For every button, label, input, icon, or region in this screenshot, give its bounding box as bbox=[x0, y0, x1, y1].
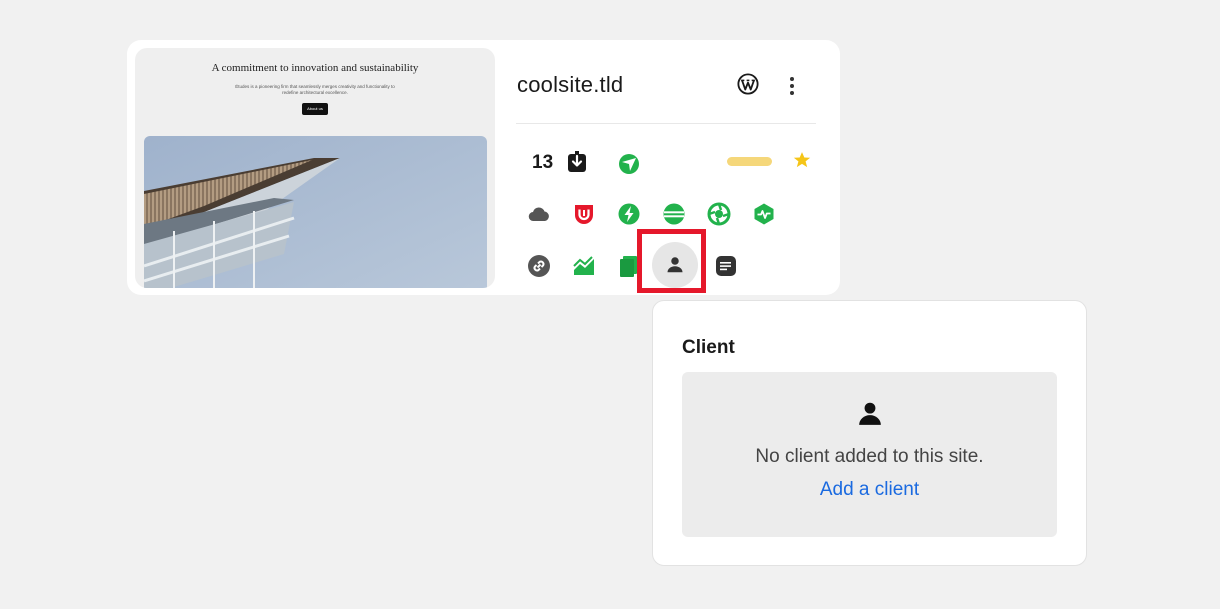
add-client-link[interactable]: Add a client bbox=[682, 479, 1057, 501]
backup-count: 13 bbox=[532, 152, 554, 173]
speed-gauge-icon[interactable] bbox=[617, 152, 641, 176]
client-icon bbox=[667, 257, 683, 273]
site-thumbnail[interactable]: A commitment to innovation and sustainab… bbox=[135, 48, 495, 288]
more-options-icon[interactable] bbox=[785, 75, 799, 97]
database-icon[interactable] bbox=[662, 202, 686, 226]
site-card: A commitment to innovation and sustainab… bbox=[127, 40, 840, 295]
star-icon[interactable] bbox=[792, 150, 812, 170]
divider bbox=[516, 123, 816, 124]
thumbnail-photo bbox=[144, 136, 487, 288]
user-icon bbox=[857, 400, 883, 426]
shield-icon[interactable] bbox=[572, 202, 596, 226]
thumbnail-heading: A commitment to innovation and sustainab… bbox=[211, 62, 419, 74]
uptime-monitor-icon[interactable] bbox=[752, 202, 776, 226]
site-name[interactable]: coolsite.tld bbox=[517, 72, 623, 98]
thumbnail-text: Études is a pioneering firm that seamles… bbox=[235, 84, 395, 95]
empty-client-box: No client added to this site. Add a clie… bbox=[682, 372, 1057, 537]
thumbnail-button: About us bbox=[302, 103, 328, 115]
lightning-icon[interactable] bbox=[617, 202, 641, 226]
empty-message: No client added to this site. bbox=[755, 446, 984, 467]
popover-title: Client bbox=[682, 337, 735, 358]
backup-download-icon[interactable] bbox=[565, 150, 589, 174]
client-popover: Client No client added to this site. Add… bbox=[652, 300, 1087, 566]
analytics-chart-icon[interactable] bbox=[572, 254, 596, 278]
pages-icon[interactable] bbox=[617, 254, 641, 278]
notes-icon[interactable] bbox=[714, 254, 738, 278]
cloud-icon[interactable] bbox=[527, 202, 551, 226]
wordpress-icon[interactable] bbox=[737, 73, 759, 95]
client-button[interactable] bbox=[652, 242, 698, 288]
aperture-icon[interactable] bbox=[707, 202, 731, 226]
link-icon[interactable] bbox=[527, 254, 551, 278]
status-pill[interactable] bbox=[727, 157, 772, 166]
